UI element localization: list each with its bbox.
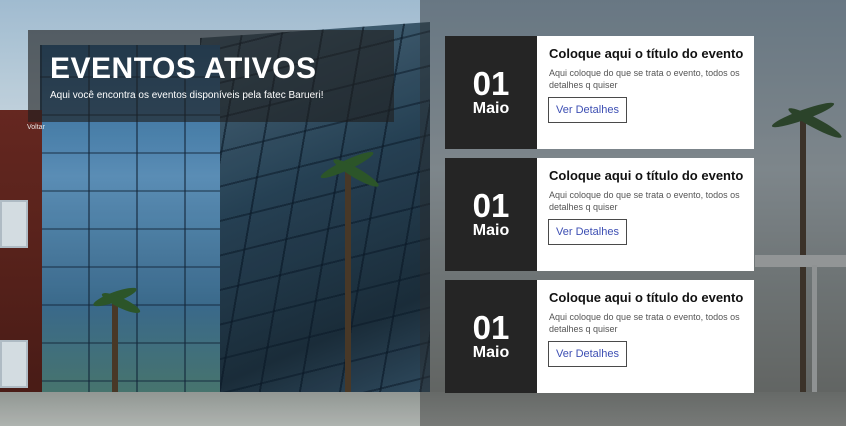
event-card: 01 Maio Coloque aqui o título do evento … — [445, 158, 754, 271]
event-title: Coloque aqui o título do evento — [549, 290, 744, 305]
event-day: 01 — [472, 64, 510, 102]
event-card: 01 Maio Coloque aqui o título do evento … — [445, 36, 754, 149]
event-info: Coloque aqui o título do evento Aqui col… — [537, 158, 754, 271]
event-day: 01 — [472, 308, 510, 346]
view-details-button[interactable]: Ver Detalhes — [548, 219, 627, 245]
event-month: Maio — [472, 343, 510, 361]
event-info: Coloque aqui o título do evento Aqui col… — [537, 36, 754, 149]
event-description: Aqui coloque do que se trata o evento, t… — [549, 312, 740, 334]
view-details-button[interactable]: Ver Detalhes — [548, 97, 627, 123]
event-month: Maio — [472, 99, 510, 117]
event-date: 01 Maio — [445, 280, 537, 393]
event-month: Maio — [472, 221, 510, 239]
event-date: 01 Maio — [445, 36, 537, 149]
event-card: 01 Maio Coloque aqui o título do evento … — [445, 280, 754, 393]
event-description: Aqui coloque do que se trata o evento, t… — [549, 190, 740, 212]
event-title: Coloque aqui o título do evento — [549, 168, 744, 183]
event-info: Coloque aqui o título do evento Aqui col… — [537, 280, 754, 393]
event-date: 01 Maio — [445, 158, 537, 271]
back-link[interactable]: Voltar — [27, 124, 45, 131]
header-box: EVENTOS ATIVOS Aqui você encontra os eve… — [28, 30, 394, 122]
event-title: Coloque aqui o título do evento — [549, 46, 744, 61]
event-description: Aqui coloque do que se trata o evento, t… — [549, 68, 740, 90]
event-day: 01 — [472, 186, 510, 224]
view-details-button[interactable]: Ver Detalhes — [548, 341, 627, 367]
event-list: 01 Maio Coloque aqui o título do evento … — [445, 36, 754, 402]
page-subtitle: Aqui você encontra os eventos disponívei… — [50, 90, 324, 101]
page-title: EVENTOS ATIVOS — [50, 52, 317, 85]
